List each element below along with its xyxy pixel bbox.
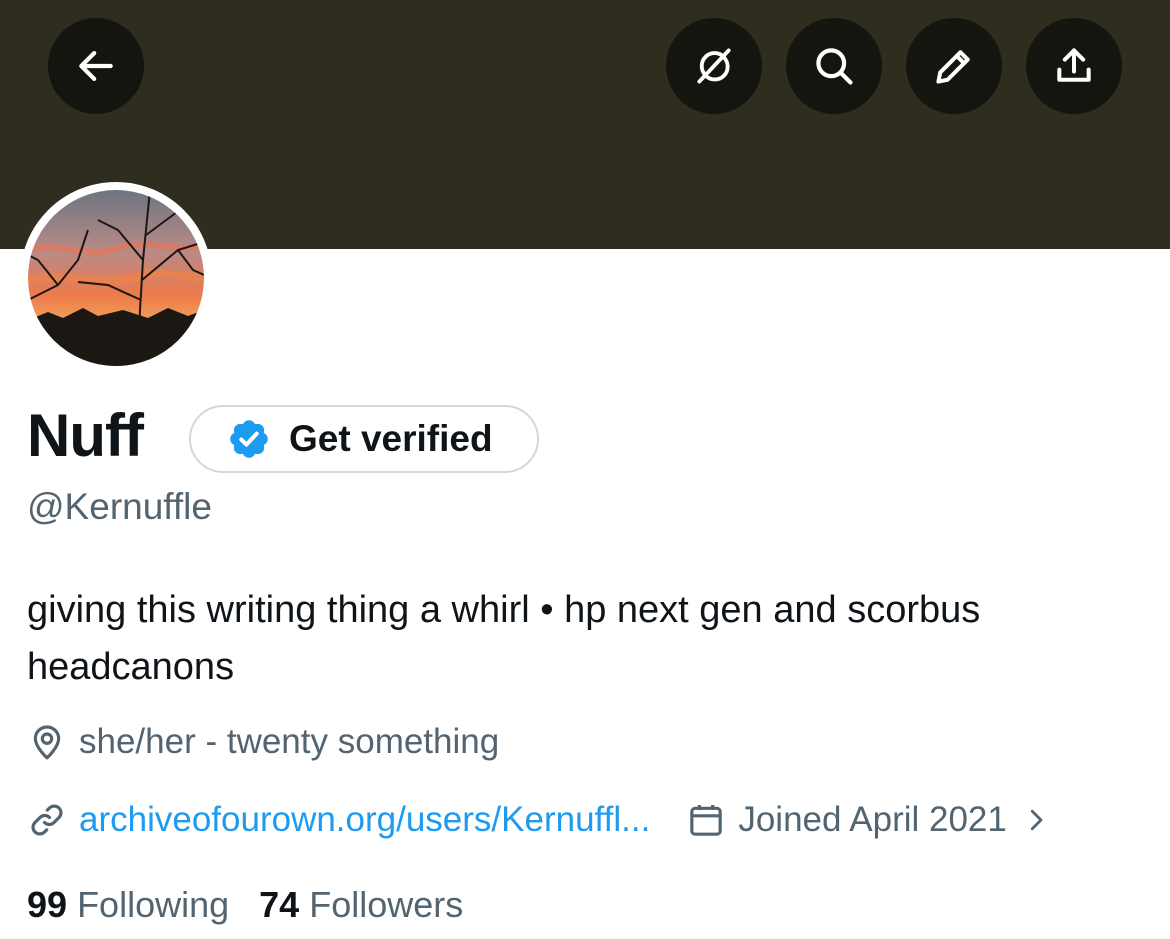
pencil-icon (936, 50, 970, 84)
following-label: Following (77, 884, 230, 925)
avatar-sunset-image (28, 190, 204, 366)
calendar-icon (690, 805, 723, 836)
search-button[interactable] (786, 18, 882, 114)
search-icon (816, 48, 853, 85)
profile-bio: giving this writing thing a whirl • hp n… (27, 589, 981, 688)
back-button[interactable] (48, 18, 144, 114)
joined-date[interactable]: Joined April 2021 (686, 800, 1063, 840)
link-icon (31, 804, 63, 836)
verified-badge-icon (230, 420, 268, 458)
back-arrow-icon (79, 51, 113, 81)
joined-text: Joined April 2021 (738, 800, 1007, 839)
following-count: 99 (27, 884, 68, 925)
link-row: archiveofourown.org/users/Kernuffl... Jo… (27, 800, 1063, 840)
followers-label: Followers (309, 884, 464, 925)
grok-icon (697, 48, 731, 84)
share-icon (1057, 48, 1091, 82)
following-link[interactable]: 99 Following (27, 884, 229, 926)
follow-stats: 99 Following 74 Followers (27, 884, 493, 926)
share-button[interactable] (1026, 18, 1122, 114)
location-row: she/her - twenty something (27, 722, 499, 762)
location-pin-icon (33, 725, 61, 760)
get-verified-label: Get verified (289, 418, 493, 459)
username-handle: @Kernuffle (27, 486, 212, 527)
avatar[interactable] (28, 190, 204, 366)
profile-link[interactable]: archiveofourown.org/users/Kernuffl... (79, 800, 650, 840)
avatar-border (20, 182, 212, 374)
chevron-right-icon (1030, 809, 1043, 831)
get-verified-button[interactable]: Get verified (189, 405, 539, 473)
grok-button[interactable] (666, 18, 762, 114)
edit-button[interactable] (906, 18, 1002, 114)
display-name: Nuff (27, 402, 144, 469)
followers-count: 74 (259, 884, 300, 925)
followers-link[interactable]: 74 Followers (259, 884, 463, 926)
location-text: she/her - twenty something (79, 722, 500, 761)
